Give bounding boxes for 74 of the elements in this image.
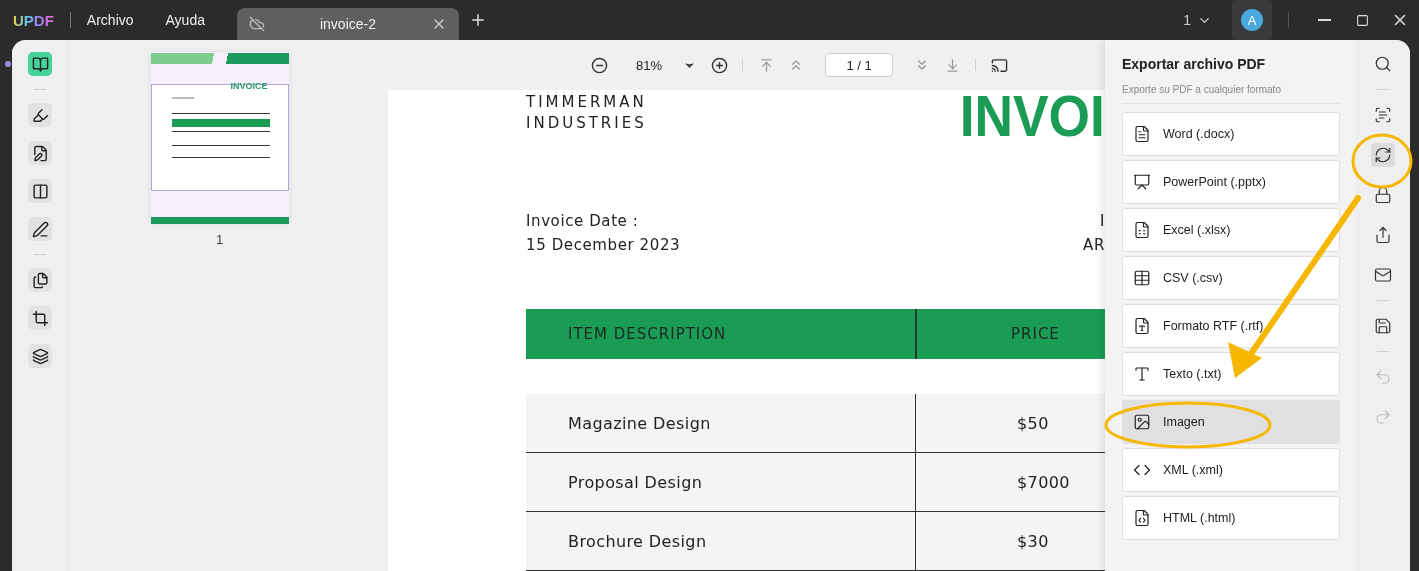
date-value: 15 December 2023 [526,235,681,254]
sidebar-tool-button[interactable] [28,217,52,241]
export-format-option[interactable]: Excel (.xlsx) [1122,208,1340,252]
image-icon [1133,413,1151,431]
date-label: Invoice Date : [526,211,639,230]
page-number: 1 [215,232,224,247]
page-thumbnail[interactable]: INVOICE [150,52,289,224]
highlighter-icon [31,106,49,124]
layers-icon [31,347,49,365]
crop-icon [31,309,49,327]
zoom-in-icon [710,56,728,74]
export-format-option[interactable]: PowerPoint (.pptx) [1122,160,1340,204]
zoom-out-icon [590,56,608,74]
text-icon [1133,365,1151,383]
panel-title: Exportar archivo PDF [1122,56,1267,72]
export-format-option[interactable]: HTML (.html) [1122,496,1340,540]
tool-button[interactable] [1370,143,1395,167]
thumbnail-title: INVOICE [230,81,268,91]
sidebar-tool-button[interactable] [28,306,52,330]
company-name: TIMMERMAN [526,92,647,113]
sidebar-tool-button[interactable] [28,141,52,165]
undo-icon [1373,368,1392,386]
invoice-title: INVOI [959,90,1105,142]
document-icon [1133,125,1151,143]
column-header: ITEM DESCRIPTION [567,324,728,345]
zoom-level[interactable]: 81% [636,57,663,73]
share-icon [1373,226,1392,244]
sidebar-tool-button[interactable] [28,52,52,76]
menu-item[interactable]: Archivo [86,12,134,28]
presentation-icon [1133,173,1151,191]
book-icon [31,55,49,73]
cloud-off-icon [249,16,265,32]
document-tab[interactable]: invoice-2 [237,8,459,40]
export-format-option[interactable]: Texto (.txt) [1122,352,1340,396]
info-label: I [1099,211,1105,230]
table-cell-text: Proposal Design [567,471,704,494]
page-count-dropdown[interactable]: 1 [1183,12,1212,28]
document-pen-icon [31,144,49,162]
export-format-option[interactable]: XML (.xml) [1122,448,1340,492]
plus-icon [469,11,487,29]
save-icon [1373,317,1392,335]
export-format-option[interactable]: Formato RTF (.rtf) [1122,304,1340,348]
presentation-icon [990,56,1008,74]
info-value: AR [1083,235,1105,254]
sidebar-tool-button[interactable] [28,344,52,368]
highlight-ellipse [1351,133,1413,189]
export-format-option[interactable]: CSV (.csv) [1122,256,1340,300]
refresh-icon [1373,146,1392,164]
sidebar-tool-button[interactable] [28,179,52,203]
table-cell-text: Magazine Design [567,412,712,435]
menu-item[interactable]: Ayuda [165,12,205,28]
form-icon [31,182,49,200]
sidebar-tool-button[interactable] [28,268,52,292]
indicator-dot [5,61,11,67]
export-format-option[interactable]: Imagen [1122,400,1340,444]
sidebar-tool-button[interactable] [28,103,52,127]
page-input-field[interactable]: 1 / 1 [825,53,894,77]
table-cell-text: Brochure Design [567,530,708,553]
code-file-icon [1133,509,1151,527]
maximize-icon [1355,13,1369,27]
pen-line-icon [31,220,49,238]
mail-icon [1373,266,1392,284]
search-icon [1373,55,1392,73]
scan-text-icon [1373,106,1392,124]
pages-icon [31,271,49,289]
minimize-icon [1317,19,1331,21]
company-name: INDUSTRIES [526,113,647,134]
lock-icon [1373,186,1392,204]
export-format-option[interactable]: Word (.docx) [1122,112,1340,156]
file-type-icon [1133,317,1151,335]
spreadsheet-icon [1133,221,1151,239]
table-icon [1133,269,1151,287]
panel-subtitle: Exporte su PDF a cualquier formato [1122,84,1340,104]
redo-icon [1373,408,1392,426]
